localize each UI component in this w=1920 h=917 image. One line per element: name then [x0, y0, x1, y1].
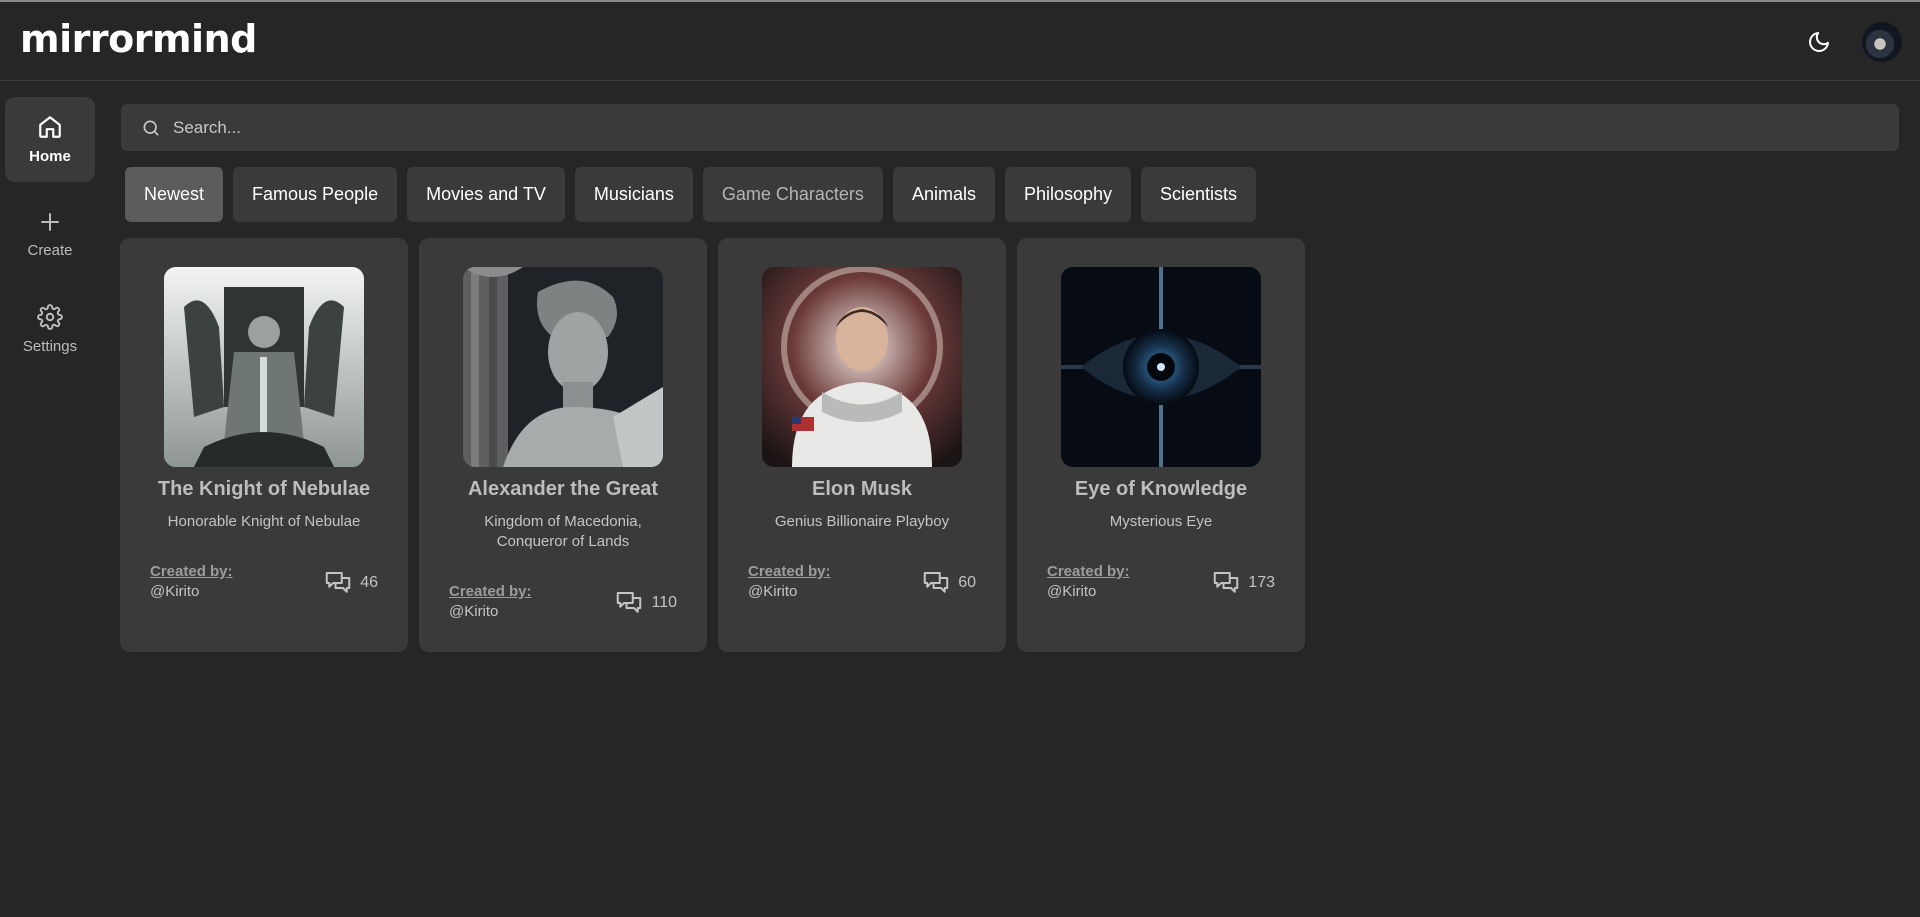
message-count-value: 60	[958, 574, 976, 591]
category-tabs: Newest Famous People Movies and TV Music…	[125, 167, 1257, 222]
card-subtitle: Mysterious Eye	[1109, 513, 1213, 530]
chat-icon	[923, 572, 949, 593]
sidebar-item-home[interactable]: Home	[5, 97, 95, 182]
sidebar-item-label: Home	[29, 148, 71, 165]
home-icon	[39, 116, 61, 138]
top-bar: mirrormind	[0, 2, 1920, 81]
category-scientists[interactable]: Scientists	[1141, 167, 1257, 222]
character-image	[463, 267, 663, 467]
category-game-characters[interactable]: Game Characters	[702, 167, 883, 222]
category-musicians[interactable]: Musicians	[574, 167, 693, 222]
created-by-label: Created by:	[748, 563, 831, 580]
category-philosophy[interactable]: Philosophy	[1004, 167, 1132, 222]
character-card-alexander[interactable]: Alexander the Great Kingdom of Macedonia…	[419, 238, 707, 652]
sidebar-item-label: Settings	[22, 338, 78, 355]
created-by-label: Created by:	[150, 563, 233, 580]
category-newest[interactable]: Newest	[125, 167, 224, 222]
creator-username[interactable]: @Kirito	[150, 582, 233, 602]
search-icon	[143, 120, 159, 135]
message-count: 173	[1211, 568, 1275, 598]
card-title: Eye of Knowledge	[1074, 478, 1248, 500]
plus-icon	[41, 213, 59, 231]
creator-username[interactable]: @Kirito	[748, 582, 831, 602]
moon-icon	[1809, 32, 1829, 52]
created-by-label: Created by:	[1047, 563, 1130, 580]
chat-icon	[325, 572, 351, 593]
character-card-knight[interactable]: The Knight of Nebulae Honorable Knight o…	[120, 238, 408, 652]
created-by-label: Created by:	[449, 583, 532, 600]
card-creator: Created by: @Kirito	[449, 582, 532, 622]
card-title: Alexander the Great	[467, 478, 659, 500]
chat-icon	[617, 592, 642, 613]
category-animals[interactable]: Animals	[892, 167, 995, 222]
chat-icon	[1214, 572, 1239, 593]
character-card-eye-of-knowledge[interactable]: Eye of Knowledge Mysterious Eye Created …	[1017, 238, 1305, 652]
message-count-value: 110	[651, 594, 677, 611]
message-count: 60	[921, 568, 976, 598]
character-image	[1061, 267, 1261, 467]
sidebar-item-label: Create	[27, 242, 73, 259]
card-subtitle: Kingdom of Macedonia, Conqueror of Lands	[484, 513, 642, 550]
card-creator: Created by: @Kirito	[150, 562, 233, 602]
sidebar: Home Create Settings	[5, 97, 95, 382]
sidebar-item-create[interactable]: Create	[5, 192, 95, 277]
search-bar[interactable]	[121, 104, 1899, 151]
message-count-value: 46	[360, 574, 378, 591]
theme-toggle-button[interactable]	[1804, 27, 1834, 57]
message-count-value: 173	[1248, 574, 1275, 591]
creator-username[interactable]: @Kirito	[449, 602, 532, 622]
card-creator: Created by: @Kirito	[748, 562, 831, 602]
card-title: Elon Musk	[811, 478, 912, 500]
card-creator: Created by: @Kirito	[1047, 562, 1130, 602]
character-image	[762, 267, 962, 467]
card-title: The Knight of Nebulae	[157, 478, 371, 500]
gear-icon	[37, 304, 63, 330]
sidebar-item-settings[interactable]: Settings	[5, 287, 95, 372]
creator-username[interactable]: @Kirito	[1047, 582, 1130, 602]
character-card-elon-musk[interactable]: Elon Musk Genius Billionaire Playboy Cre…	[718, 238, 1006, 652]
search-input[interactable]	[173, 117, 1873, 138]
character-grid: The Knight of Nebulae Honorable Knight o…	[120, 238, 1305, 652]
card-subtitle: Honorable Knight of Nebulae	[167, 513, 361, 530]
app-logo[interactable]: mirrormind	[20, 17, 257, 61]
character-image	[164, 267, 364, 467]
category-famous-people[interactable]: Famous People	[233, 167, 398, 222]
message-count: 46	[323, 568, 378, 598]
message-count: 110	[614, 588, 677, 618]
category-movies-and-tv[interactable]: Movies and TV	[407, 167, 565, 222]
user-avatar[interactable]	[1862, 22, 1902, 62]
card-subtitle: Genius Billionaire Playboy	[774, 513, 950, 530]
